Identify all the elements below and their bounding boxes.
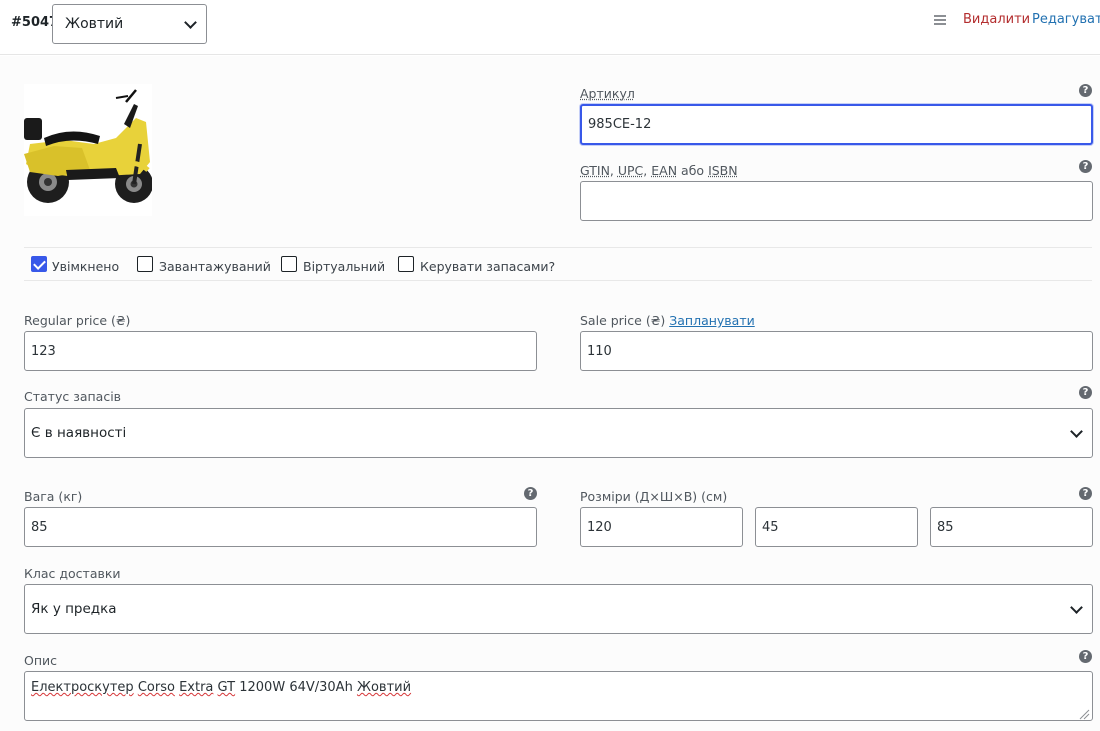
manage-stock-checkbox[interactable]: [398, 256, 414, 272]
stock-status-value: Є в наявності: [31, 425, 126, 441]
weight-input[interactable]: 85: [24, 507, 537, 547]
resize-handle-icon[interactable]: [1078, 708, 1090, 720]
length-input[interactable]: 120: [580, 507, 743, 547]
dimensions-label: Розміри (Д×Ш×В) (см): [580, 489, 727, 504]
ean-abbr: EAN: [651, 163, 677, 178]
gtin-or: або: [681, 163, 704, 178]
help-icon[interactable]: ?: [1079, 650, 1092, 663]
regular-price-value: 123: [31, 344, 56, 359]
variation-header: #5047 Жовтий Видалити Редагувати: [0, 0, 1100, 55]
variation-attribute-value: Жовтий: [65, 16, 123, 32]
chevron-down-icon: [1070, 601, 1083, 614]
isbn-abbr: ISBN: [708, 163, 738, 178]
variation-image[interactable]: [24, 84, 152, 216]
virtual-checkbox[interactable]: [281, 256, 297, 272]
chevron-down-icon: [184, 16, 197, 29]
enabled-label: Увімкнено: [52, 259, 119, 274]
desc-word: 64V/30Ah: [289, 680, 353, 695]
regular-price-input[interactable]: 123: [24, 331, 537, 371]
sale-price-label-text: Sale price (₴): [580, 313, 665, 328]
downloadable-label: Завантажуваний: [159, 259, 271, 274]
enabled-checkbox[interactable]: [31, 256, 47, 272]
variation-attribute-select[interactable]: Жовтий: [52, 4, 207, 44]
height-input[interactable]: 85: [930, 507, 1093, 547]
shipping-class-select[interactable]: Як у предка: [24, 584, 1093, 634]
weight-value: 85: [31, 520, 48, 535]
sale-price-input[interactable]: 110: [580, 331, 1093, 371]
sku-input[interactable]: 985CE-12: [580, 104, 1093, 145]
width-input[interactable]: 45: [755, 507, 918, 547]
sku-input-value: 985CE-12: [588, 117, 651, 132]
help-icon[interactable]: ?: [1079, 487, 1092, 500]
options-divider-bottom: [24, 280, 1092, 281]
stock-status-select[interactable]: Є в наявності: [24, 408, 1093, 458]
help-icon[interactable]: ?: [1079, 160, 1092, 173]
desc-word: Corso: [138, 680, 175, 695]
desc-word: Жовтий: [357, 680, 411, 695]
sale-price-value: 110: [587, 344, 612, 359]
stock-status-label: Статус запасів: [24, 389, 121, 404]
help-icon[interactable]: ?: [1079, 386, 1092, 399]
gtin-label: GTIN, UPC, EAN або ISBN: [580, 163, 738, 178]
gtin-input[interactable]: [580, 181, 1093, 221]
sale-price-label: Sale price (₴) Запланувати: [580, 313, 755, 328]
drag-handle-icon[interactable]: [934, 15, 946, 25]
desc-word: Електроскутер: [31, 680, 134, 695]
help-icon[interactable]: ?: [524, 487, 537, 500]
shipping-class-value: Як у предка: [31, 601, 117, 617]
help-icon[interactable]: ?: [1079, 84, 1092, 97]
sku-label: Артикул: [580, 86, 635, 101]
shipping-class-label: Клас доставки: [24, 566, 121, 581]
desc-word: Extra: [179, 680, 213, 695]
edit-variation-link[interactable]: Редагувати: [1032, 12, 1100, 27]
height-value: 85: [937, 520, 954, 535]
description-textarea[interactable]: Електроскутер Corso Extra GT 1200W 64V/3…: [24, 671, 1093, 721]
virtual-label: Віртуальний: [303, 259, 385, 274]
description-label: Опис: [24, 653, 57, 668]
downloadable-checkbox[interactable]: [137, 256, 153, 272]
options-divider-top: [24, 247, 1092, 248]
gtin-abbr: GTIN: [580, 163, 610, 178]
desc-word: 1200W: [239, 680, 285, 695]
chevron-down-icon: [1070, 425, 1083, 438]
scooter-image: [24, 84, 152, 216]
width-value: 45: [762, 520, 779, 535]
manage-stock-label: Керувати запасами?: [420, 259, 555, 274]
upc-abbr: UPC: [618, 163, 643, 178]
length-value: 120: [587, 520, 612, 535]
description-text: Електроскутер Corso Extra GT 1200W 64V/3…: [31, 680, 411, 695]
delete-variation-link[interactable]: Видалити: [963, 12, 1030, 27]
weight-label: Вага (кг): [24, 489, 82, 504]
regular-price-label: Regular price (₴): [24, 313, 130, 328]
variation-details-panel: Артикул ? 985CE-12 GTIN, UPC, EAN або IS…: [0, 56, 1100, 731]
schedule-sale-link[interactable]: Запланувати: [669, 313, 755, 328]
desc-word: GT: [218, 680, 236, 695]
